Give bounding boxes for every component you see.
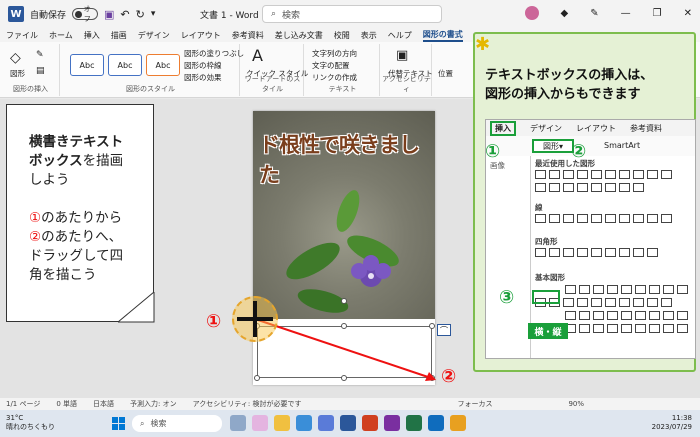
- inner-shape-button: 図形 ▾: [532, 139, 574, 153]
- inner-tab-layout: レイアウト: [576, 123, 616, 133]
- inner-tab-insert: 挿入: [490, 120, 516, 136]
- weather-temp: 31°C: [6, 414, 24, 422]
- tip-title: テキストボックスの挿入は、 図形の挿入からもできます: [485, 66, 653, 104]
- status-predict[interactable]: 予測入力: オン: [130, 399, 177, 409]
- status-words[interactable]: 0 単語: [56, 399, 77, 409]
- rectangles-row: [535, 248, 658, 257]
- word-app-icon[interactable]: [340, 415, 356, 431]
- basic-shapes-row: [565, 324, 688, 333]
- taskbar-search-label: 検索: [150, 419, 167, 428]
- taskbar: 31°C 晴れのちくもり ⌕ 検索 11:38 2023/07/29: [0, 410, 700, 437]
- weather-desc: 晴れのちくもり: [6, 423, 55, 431]
- callout-line-7: 角を描こう: [29, 267, 97, 283]
- inner-image-label: 画像: [490, 161, 505, 170]
- taskbar-search-icon: ⌕: [140, 418, 145, 428]
- inner-image-gallery: 画像: [486, 156, 530, 216]
- crosshair-cursor-icon: [237, 317, 273, 321]
- basic-shapes-row: [565, 285, 688, 294]
- callout-line-5: のあたりへ、: [41, 229, 123, 245]
- tip-title-line-2: 図形の挿入からもできます: [485, 87, 641, 102]
- status-accessibility[interactable]: アクセシビリティ: 検討が必要です: [193, 399, 302, 409]
- inner-tab-references: 参考資料: [630, 123, 662, 133]
- textbox-shape-highlight: [532, 290, 560, 304]
- clock-date: 2023/07/29: [651, 423, 692, 431]
- tip-panel: ✱ テキストボックスの挿入は、 図形の挿入からもできます 挿入 デザイン レイア…: [473, 32, 696, 372]
- callout-line-3: しよう: [29, 172, 70, 188]
- callout-line-6: ドラッグして四: [29, 248, 124, 264]
- callout-fold-corner: [118, 292, 155, 323]
- status-bar: 1/1 ページ 0 単語 日本語 予測入力: オン アクセシビリティ: 検討が必…: [0, 398, 700, 410]
- end-marker-number: ②: [441, 366, 457, 387]
- status-language[interactable]: 日本語: [93, 399, 114, 409]
- clock-time: 11:38: [671, 414, 692, 422]
- basic-shapes-header: 基本図形: [535, 273, 565, 282]
- teams-icon[interactable]: [252, 415, 268, 431]
- task-view-icon[interactable]: [230, 415, 246, 431]
- step-3-badge: ③: [499, 287, 515, 308]
- callout-line-2-bold: ボックス: [29, 153, 83, 169]
- file-explorer-icon[interactable]: [274, 415, 290, 431]
- insert-menu-screenshot: 挿入 デザイン レイアウト 参考資料 図形 ▾ SmartArt 画像 最近使用し…: [485, 119, 696, 359]
- callout-line-1: 横書きテキスト: [29, 134, 124, 150]
- callout-line-4: のあたりから: [41, 210, 123, 226]
- excel-icon[interactable]: [406, 415, 422, 431]
- edge-icon[interactable]: [296, 415, 312, 431]
- start-marker-number: ①: [206, 311, 222, 332]
- clock[interactable]: 11:38 2023/07/29: [652, 414, 692, 432]
- callout-num-1: ①: [29, 210, 42, 226]
- tip-title-line-1: テキストボックスの挿入は、: [485, 68, 654, 83]
- store-icon[interactable]: [318, 415, 334, 431]
- rectangles-header: 四角形: [535, 237, 558, 246]
- taskbar-apps: [230, 415, 466, 431]
- instruction-callout: 横書きテキスト ボックスを描画 しよう ①のあたりから ②のあたりへ、 ドラッグ…: [6, 104, 154, 322]
- basic-shapes-row: [565, 311, 688, 320]
- step-2-badge: ②: [571, 141, 587, 162]
- inner-ribbon: 図形 ▾ SmartArt: [486, 136, 695, 156]
- step-1-badge: ①: [485, 141, 501, 162]
- inner-shape-label: 図形: [542, 141, 559, 151]
- recent-shapes-row: [535, 170, 672, 179]
- horizontal-vertical-label: 横・縦: [528, 323, 568, 339]
- inner-tabs: 挿入 デザイン レイアウト 参考資料: [486, 120, 695, 136]
- status-page[interactable]: 1/1 ページ: [6, 399, 40, 409]
- onenote-icon[interactable]: [384, 415, 400, 431]
- status-focus[interactable]: フォーカス: [457, 399, 492, 409]
- status-zoom[interactable]: 90%: [568, 400, 584, 408]
- recent-shapes-row: [535, 183, 644, 192]
- powerpoint-icon[interactable]: [362, 415, 378, 431]
- weather-widget[interactable]: 31°C 晴れのちくもり: [6, 414, 55, 432]
- photos-icon[interactable]: [450, 415, 466, 431]
- taskbar-search[interactable]: ⌕ 検索: [132, 415, 222, 432]
- callout-line-2-rest: を描画: [82, 153, 124, 169]
- inner-smartart-label: SmartArt: [604, 141, 641, 150]
- start-icon[interactable]: [112, 417, 125, 430]
- outlook-icon[interactable]: [428, 415, 444, 431]
- inner-tab-design: デザイン: [530, 123, 562, 133]
- sparkle-icon: ✱: [475, 34, 491, 55]
- lines-header: 線: [535, 203, 543, 212]
- lines-row: [535, 214, 672, 223]
- callout-num-2: ②: [29, 229, 42, 245]
